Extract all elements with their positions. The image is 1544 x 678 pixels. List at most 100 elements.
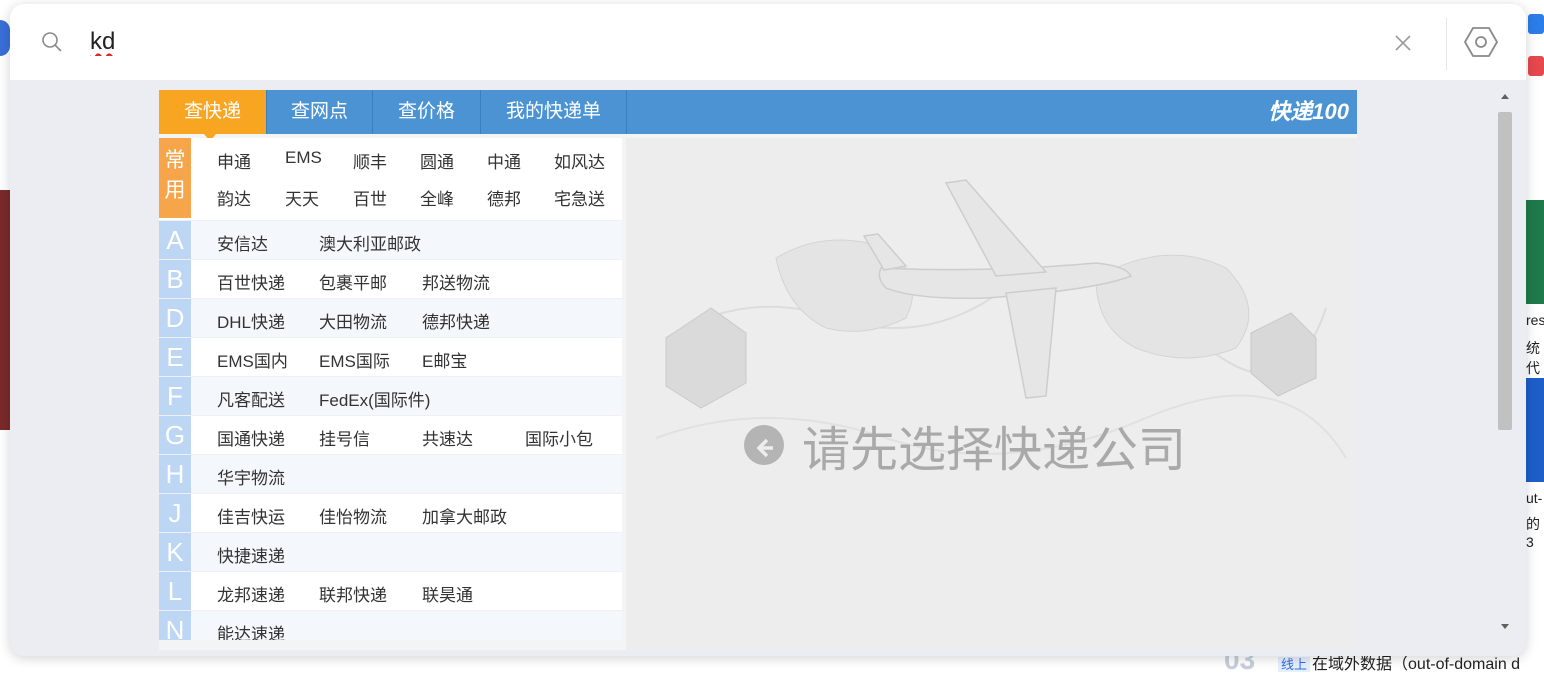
courier-item[interactable]: 龙邦速递 [217, 581, 285, 606]
result-panel: 请先选择快递公司 [626, 138, 1357, 650]
background-right-column: res 统代 ut- 的3 [1524, 0, 1544, 678]
background-tag: 线上 [1278, 657, 1311, 672]
courier-item[interactable]: 凡客配送 [217, 386, 285, 411]
letter-group-f: F 凡客配送 FedEx(国际件) [159, 376, 622, 415]
background-icon-red [1528, 56, 1544, 76]
courier-item[interactable]: EMS [285, 148, 322, 168]
courier-item[interactable]: 快捷速递 [217, 542, 285, 567]
courier-item[interactable]: 华宇物流 [217, 464, 285, 489]
search-input[interactable] [90, 26, 1290, 58]
group-letter: J [159, 494, 191, 532]
background-text: 统代 [1526, 340, 1540, 376]
courier-item[interactable]: 佳怡物流 [319, 503, 387, 528]
background-text: 的3 [1526, 516, 1540, 550]
courier-item[interactable]: 申通 [217, 148, 251, 173]
scroll-up-icon[interactable] [1501, 94, 1509, 99]
world-map-illustration [655, 179, 1347, 459]
scroll-thumb[interactable] [1498, 112, 1512, 430]
express-query-widget: 查快递 查网点 查价格 我的快递单 快递100 常用 申通 EMS 顺丰 圆通 … [159, 90, 1357, 650]
courier-item[interactable]: 国通快递 [217, 425, 285, 450]
letter-group-b: B 百世快递 包裹平邮 邦送物流 [159, 259, 622, 298]
group-letter: G [159, 416, 191, 454]
group-letter: B [159, 260, 191, 298]
close-icon[interactable] [1392, 32, 1414, 54]
scroll-down-icon[interactable] [1501, 624, 1509, 629]
letter-group-g: G 国通快递 挂号信 共速达 国际小包 [159, 415, 622, 454]
letter-group-n: N 能达速递 [159, 610, 622, 640]
tab-bar: 查快递 查网点 查价格 我的快递单 快递100 [159, 90, 1357, 134]
common-label: 常用 [159, 138, 191, 218]
group-letter: K [159, 533, 191, 571]
courier-item[interactable]: 天天 [285, 185, 319, 210]
courier-item[interactable]: 中通 [487, 148, 521, 173]
courier-item[interactable]: 佳吉快运 [217, 503, 285, 528]
courier-item[interactable]: 加拿大邮政 [422, 503, 507, 528]
arrow-left-icon [744, 425, 784, 465]
courier-item[interactable]: 德邦 [487, 185, 521, 210]
background-avatar [0, 20, 10, 56]
courier-item[interactable]: 韵达 [217, 185, 251, 210]
courier-item[interactable]: 大田物流 [319, 308, 387, 333]
prompt-text: 请先选择快递公司 [802, 424, 1187, 477]
tab-query-express[interactable]: 查快递 [159, 90, 267, 134]
courier-item[interactable]: 邦送物流 [422, 269, 490, 294]
courier-item[interactable]: EMS国际 [319, 347, 390, 372]
courier-item[interactable]: 全峰 [420, 185, 454, 210]
courier-item[interactable]: 共速达 [422, 425, 473, 450]
letter-group-l: L 龙邦速递 联邦快递 联昊通 [159, 571, 622, 610]
divider [1446, 18, 1447, 70]
letter-group-k: K 快捷速递 [159, 532, 622, 571]
courier-item[interactable]: 包裹平邮 [319, 269, 387, 294]
courier-item[interactable]: 百世快递 [217, 269, 285, 294]
courier-item[interactable]: 联邦快递 [319, 581, 387, 606]
letter-group-d: D DHL快递 大田物流 德邦快递 [159, 298, 622, 337]
courier-item[interactable]: 联昊通 [422, 581, 473, 606]
letter-group-h: H 华宇物流 [159, 454, 622, 493]
common-courier-group: 常用 申通 EMS 顺丰 圆通 中通 如风达 韵达 天天 百世 全峰 德邦 宅急… [159, 138, 622, 218]
courier-item[interactable]: 德邦快递 [422, 308, 490, 333]
courier-item[interactable]: E邮宝 [422, 347, 467, 372]
group-letter: N [159, 611, 191, 640]
courier-item[interactable]: 顺丰 [353, 148, 387, 173]
background-thumbnail-blue [1526, 378, 1544, 482]
courier-item[interactable]: 百世 [353, 185, 387, 210]
group-letter: A [159, 221, 191, 259]
group-letter: E [159, 338, 191, 376]
tab-query-price[interactable]: 查价格 [373, 90, 481, 134]
courier-item[interactable]: DHL快递 [217, 308, 285, 333]
settings-icon[interactable] [1464, 24, 1498, 60]
courier-list: 常用 申通 EMS 顺丰 圆通 中通 如风达 韵达 天天 百世 全峰 德邦 宅急… [159, 138, 622, 640]
background-text: ut- [1526, 490, 1543, 506]
group-letter: L [159, 572, 191, 610]
letter-group-a: A 安信达 澳大利亚邮政 [159, 220, 622, 259]
search-icon [42, 32, 62, 52]
courier-item[interactable]: 澳大利亚邮政 [319, 230, 421, 255]
courier-item[interactable]: 安信达 [217, 230, 268, 255]
courier-item[interactable]: 国际小包 [525, 425, 593, 450]
group-letter: H [159, 455, 191, 493]
letter-group-e: E EMS国内 EMS国际 E邮宝 [159, 337, 622, 376]
group-letter: F [159, 377, 191, 415]
background-icon-blue [1528, 14, 1544, 34]
courier-item[interactable]: 挂号信 [319, 425, 370, 450]
search-popup: 查快递 查网点 查价格 我的快递单 快递100 常用 申通 EMS 顺丰 圆通 … [10, 4, 1526, 656]
scrollbar[interactable] [1496, 90, 1514, 636]
courier-item[interactable]: EMS国内 [217, 347, 288, 372]
group-letter: D [159, 299, 191, 337]
courier-item[interactable]: 能达速递 [217, 620, 285, 640]
search-bar [10, 4, 1526, 80]
background-image [0, 190, 10, 430]
courier-item[interactable]: 宅急送 [554, 185, 605, 210]
kuaidi100-logo: 快递100 [1268, 99, 1349, 124]
empty-state-prompt: 请先选择快递公司 [744, 410, 1186, 480]
courier-item[interactable]: 圆通 [420, 148, 454, 173]
background-left-column [0, 0, 10, 678]
courier-item[interactable]: 如风达 [554, 148, 605, 173]
background-title: 在域外数据（out-of-domain d [1312, 656, 1521, 673]
tab-my-orders[interactable]: 我的快递单 [481, 90, 627, 134]
background-text: res [1526, 312, 1544, 328]
letter-group-j: J 佳吉快运 佳怡物流 加拿大邮政 [159, 493, 622, 532]
tab-query-outlet[interactable]: 查网点 [267, 90, 373, 134]
background-thumbnail-green [1526, 200, 1544, 304]
courier-item[interactable]: FedEx(国际件) [319, 386, 430, 411]
